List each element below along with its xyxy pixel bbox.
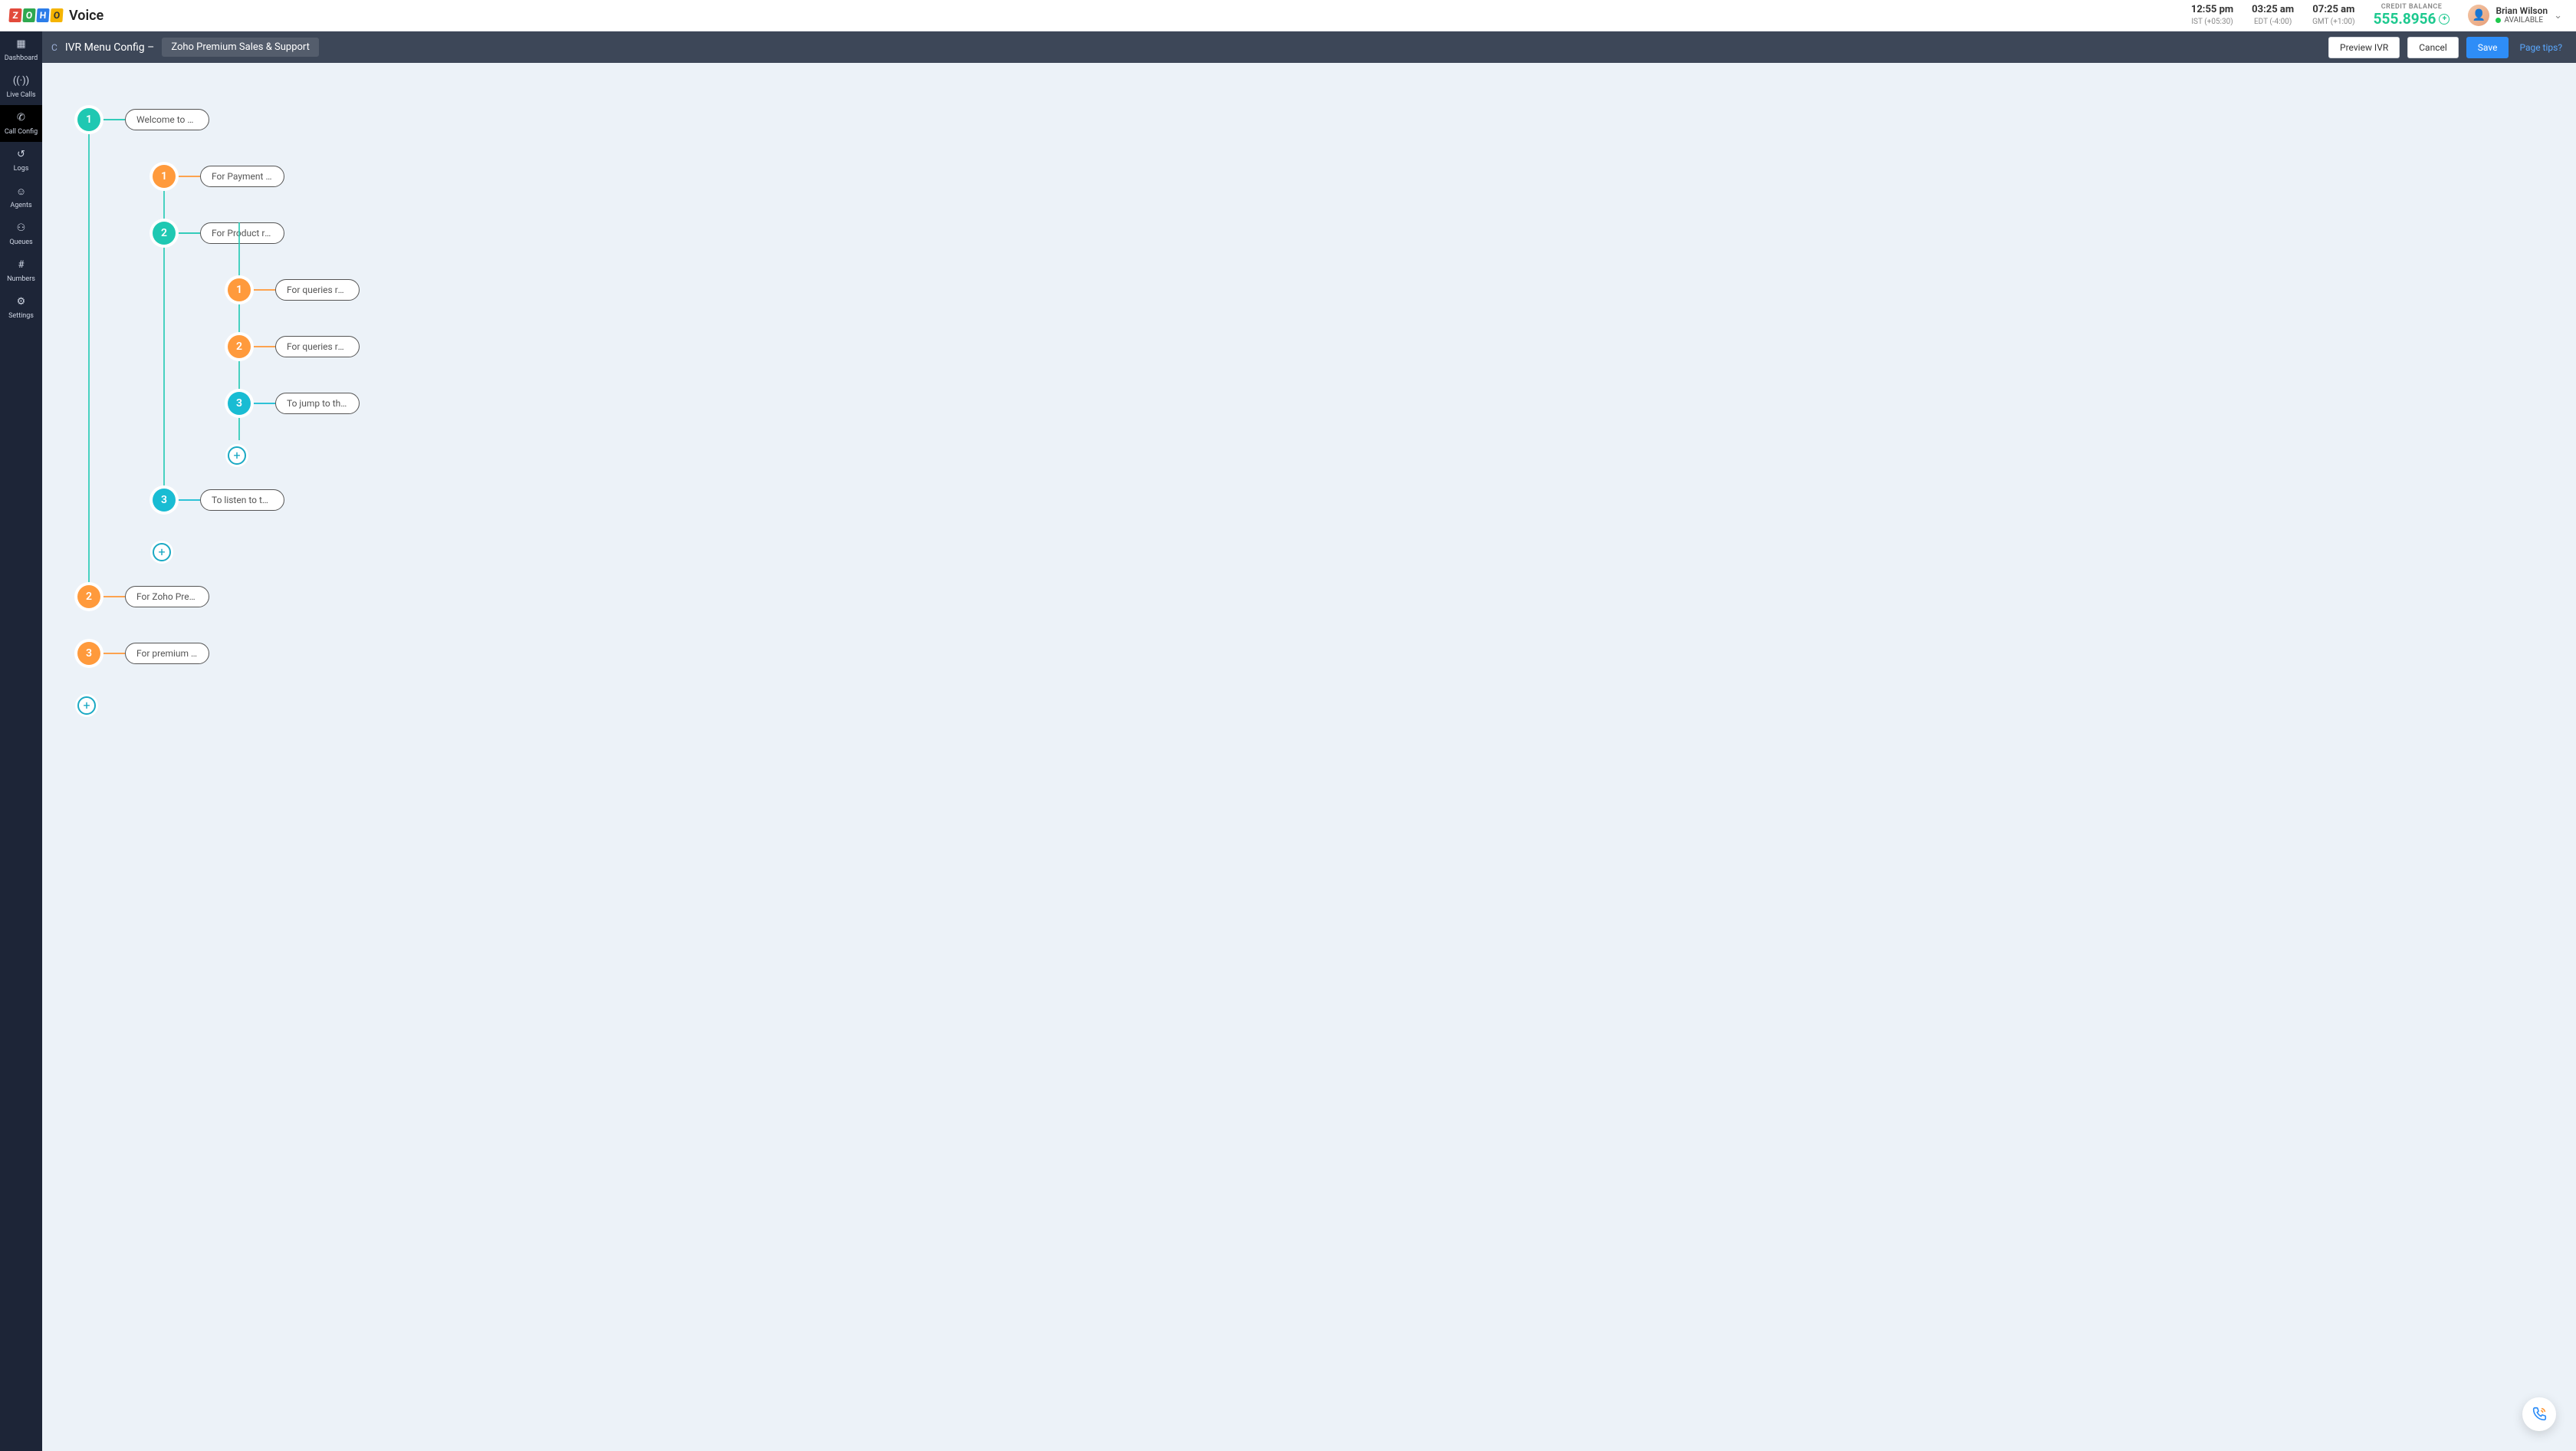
- top-bar: ZOHO Voice 12:55 pm IST (+05:30) 03:25 a…: [0, 0, 2576, 31]
- ivr-tree: 1 Welcome to Zoh… 1 For Payment rela…: [77, 109, 2545, 716]
- ivr-node-label: For queries relat…: [275, 336, 360, 357]
- page-bar: C IVR Menu Config – Zoho Premium Sales &…: [42, 31, 2576, 63]
- connector-line: [176, 499, 200, 501]
- avatar: 👤: [2468, 5, 2489, 26]
- phone-config-icon: ✆: [15, 112, 28, 124]
- ivr-node[interactable]: 2 For queries relat…: [228, 336, 2545, 357]
- ivr-node-key: 1: [77, 108, 100, 131]
- sidebar-item-queues[interactable]: ⚇ Queues: [0, 216, 42, 252]
- presence-dot-icon: [2496, 18, 2501, 23]
- ivr-node-label: For Zoho Premiu…: [125, 586, 209, 607]
- history-icon: ↺: [15, 149, 28, 161]
- top-right-cluster: 12:55 pm IST (+05:30) 03:25 am EDT (-4:0…: [2191, 4, 2562, 28]
- page-tips-link[interactable]: Page tips?: [2516, 42, 2565, 53]
- connector-line: [163, 170, 165, 491]
- add-credit-icon[interactable]: +: [2439, 14, 2450, 25]
- sidebar: ▦ Dashboard ((·)) Live Calls ✆ Call Conf…: [0, 31, 42, 1451]
- chevron-down-icon: ⌄: [2554, 10, 2562, 21]
- user-status: AVAILABLE: [2504, 16, 2543, 25]
- connector-line: [251, 346, 275, 347]
- add-node-button[interactable]: +: [228, 446, 246, 465]
- connector-line: [100, 119, 125, 120]
- credit-balance: CREDIT BALANCE 555.8956 +: [2374, 4, 2450, 28]
- ivr-node[interactable]: 2 For Product relat…: [153, 222, 2545, 244]
- ivr-node-key: 3: [153, 489, 176, 512]
- sidebar-item-dashboard[interactable]: ▦ Dashboard: [0, 31, 42, 68]
- breadcrumb-prefix[interactable]: C: [51, 42, 58, 53]
- ivr-node[interactable]: 2 For Zoho Premiu…: [77, 586, 2545, 607]
- ivr-node[interactable]: 1 For queries relat…: [228, 279, 2545, 301]
- ivr-node[interactable]: 1 For Payment rela…: [153, 166, 2545, 187]
- save-button[interactable]: Save: [2466, 37, 2509, 58]
- zoho-logo-icon: ZOHO: [9, 8, 63, 22]
- ivr-name-chip[interactable]: Zoho Premium Sales & Support: [162, 38, 319, 57]
- sidebar-item-numbers[interactable]: # Numbers: [0, 252, 42, 289]
- ivr-node-label: For Payment rela…: [200, 166, 284, 187]
- connector-line: [88, 120, 90, 610]
- ivr-node-key: 3: [228, 392, 251, 415]
- page-title: IVR Menu Config –: [65, 41, 155, 54]
- person-icon: ☺: [15, 186, 28, 198]
- broadcast-icon: ((·)): [15, 75, 28, 87]
- ivr-node[interactable]: 3 For premium on…: [77, 643, 2545, 664]
- cancel-button[interactable]: Cancel: [2407, 37, 2459, 58]
- add-node-button[interactable]: +: [77, 696, 96, 715]
- sidebar-item-settings[interactable]: ⚙ Settings: [0, 289, 42, 326]
- clock-ist: 12:55 pm IST (+05:30): [2191, 4, 2233, 28]
- connector-line: [100, 653, 125, 654]
- user-name: Brian Wilson: [2496, 6, 2548, 16]
- ivr-canvas[interactable]: 1 Welcome to Zoh… 1 For Payment rela…: [42, 63, 2576, 1451]
- sidebar-item-logs[interactable]: ↺ Logs: [0, 142, 42, 179]
- ivr-node-label: For premium on…: [125, 643, 209, 664]
- add-node-button[interactable]: +: [153, 543, 171, 561]
- ivr-node-key: 3: [77, 642, 100, 665]
- ivr-node[interactable]: 3 To listen to the …: [153, 489, 2545, 511]
- brand-logo[interactable]: ZOHO Voice: [9, 8, 104, 24]
- sidebar-item-agents[interactable]: ☺ Agents: [0, 179, 42, 216]
- ivr-node-label: For queries relat…: [275, 279, 360, 301]
- grid-icon: ▦: [15, 38, 28, 51]
- hash-icon: #: [15, 259, 28, 271]
- ivr-node-key: 1: [228, 278, 251, 301]
- connector-line: [251, 289, 275, 291]
- clock-edt: 03:25 am EDT (-4:00): [2252, 4, 2294, 28]
- ivr-node-label: Welcome to Zoh…: [125, 109, 209, 130]
- ivr-node[interactable]: 3 To jump to the m…: [228, 393, 2545, 414]
- preview-ivr-button[interactable]: Preview IVR: [2328, 37, 2400, 58]
- clock-gmt: 07:25 am GMT (+1:00): [2312, 4, 2355, 28]
- connector-line: [251, 403, 275, 404]
- sidebar-item-live-calls[interactable]: ((·)) Live Calls: [0, 68, 42, 105]
- people-icon: ⚇: [15, 222, 28, 235]
- ivr-node-key: 2: [228, 335, 251, 358]
- connector-line: [100, 596, 125, 597]
- dialer-fab[interactable]: [2522, 1397, 2556, 1431]
- ivr-node-label: To listen to the …: [200, 489, 284, 511]
- user-menu[interactable]: 👤 Brian Wilson AVAILABLE ⌄: [2468, 5, 2562, 26]
- gear-icon: ⚙: [15, 296, 28, 308]
- phone-icon: [2531, 1406, 2548, 1423]
- ivr-node-label: For Product relat…: [200, 222, 284, 244]
- connector-line: [176, 176, 200, 177]
- ivr-node-key: 2: [77, 585, 100, 608]
- ivr-node-root[interactable]: 1 Welcome to Zoh…: [77, 109, 2545, 130]
- sidebar-item-call-config[interactable]: ✆ Call Config: [0, 105, 42, 142]
- connector-line: [176, 232, 200, 234]
- ivr-node-key: 2: [153, 222, 176, 245]
- ivr-node-label: To jump to the m…: [275, 393, 360, 414]
- credit-amount: 555.8956: [2374, 12, 2436, 28]
- brand-name: Voice: [69, 8, 104, 24]
- ivr-node-key: 1: [153, 165, 176, 188]
